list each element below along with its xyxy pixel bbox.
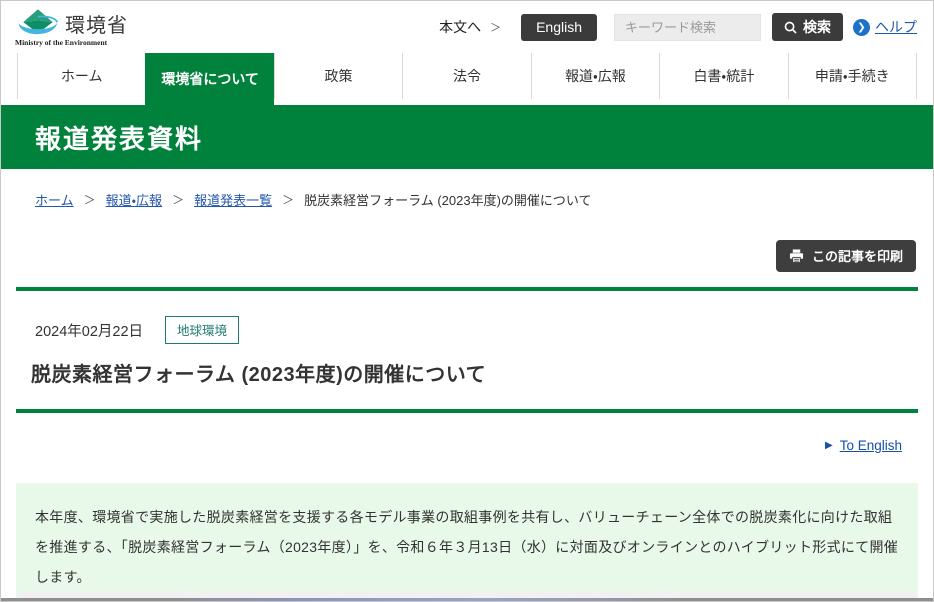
search-button[interactable]: 検索 [772,13,843,41]
breadcrumb-current: 脱炭素経営フォーラム (2023年度)の開催について [304,190,591,209]
breadcrumb-link[interactable]: 報道・広報 [106,190,162,209]
nav-item-法令[interactable]: 法令 [402,53,530,99]
nav-item-政策[interactable]: 政策 [274,53,402,99]
help-link-label: ヘルプ [875,17,917,37]
divider [16,287,918,291]
nav-item-環境省について[interactable]: 環境省について [145,53,273,105]
category-badge[interactable]: 地球環境 [165,316,239,344]
skip-link-label: 本文へ [439,17,481,37]
search-icon [784,21,797,34]
global-nav-list: ホーム環境省について政策法令報道・広報白書・統計申請・手続き [17,53,917,99]
nav-item-申請・手続き[interactable]: 申請・手続き [788,53,917,99]
logo-subtitle: Ministry of the Environment [15,38,128,47]
to-english-link[interactable]: To English [840,438,902,453]
logo-title: 環境省 [65,9,128,38]
article-lead-box: 本年度、環境省で実施した脱炭素経営を支援する各モデル事業の取組事例を共有し、バリ… [16,483,918,602]
breadcrumb-link[interactable]: ホーム [35,190,74,209]
breadcrumb-link[interactable]: 報道発表一覧 [194,190,272,209]
breadcrumb-separator: ＞ [282,191,294,208]
article-lead-text: 本年度、環境省で実施した脱炭素経営を支援する各モデル事業の取組事例を共有し、バリ… [35,509,898,585]
english-button[interactable]: English [521,14,597,41]
divider [16,409,918,413]
search-button-label: 検索 [803,17,831,37]
breadcrumb-separator: ＞ [84,191,96,208]
global-nav: ホーム環境省について政策法令報道・広報白書・統計申請・手続き [1,53,933,105]
breadcrumb-separator: ＞ [172,191,184,208]
breadcrumb: ホーム ＞ 報道・広報 ＞ 報道発表一覧 ＞ 脱炭素経営フォーラム (2023年度)の開催に… [35,190,917,209]
footer-edge [1,598,933,601]
print-article-button[interactable]: この記事を印刷 [776,240,916,272]
site-logo[interactable]: 環境省 Ministry of the Environment [15,8,128,47]
ministry-of-environment-page: 環境省 Ministry of the Environment 本文へ ＞ En… [0,0,934,602]
nav-item-報道・広報[interactable]: 報道・広報 [531,53,659,99]
nav-item-ホーム[interactable]: ホーム [17,53,145,99]
chevron-right-icon: ＞ [490,19,501,35]
article-title: 脱炭素経営フォーラム (2023年度)の開催について [31,358,933,387]
footer-strip [19,591,915,598]
circle-arrow-icon: ❯ [853,19,870,36]
help-link[interactable]: ❯ ヘルプ [853,17,917,37]
print-button-label: この記事を印刷 [812,246,903,265]
printer-icon [789,249,804,263]
article-date: 2024年02月22日 [35,320,143,341]
section-banner-title: 報道発表資料 [35,119,203,156]
skip-to-content-link[interactable]: 本文へ ＞ [439,17,501,37]
article-main: この記事を印刷 2024年02月22日 地球環境 脱炭素経営フォーラム (202… [1,240,933,602]
site-header: 環境省 Ministry of the Environment 本文へ ＞ En… [1,1,933,53]
triangle-right-icon: ▶ [825,440,833,451]
search-input[interactable] [614,14,761,41]
ministry-logo-icon [15,8,61,40]
section-banner: 報道発表資料 [1,105,933,169]
nav-item-白書・統計[interactable]: 白書・統計 [659,53,787,99]
